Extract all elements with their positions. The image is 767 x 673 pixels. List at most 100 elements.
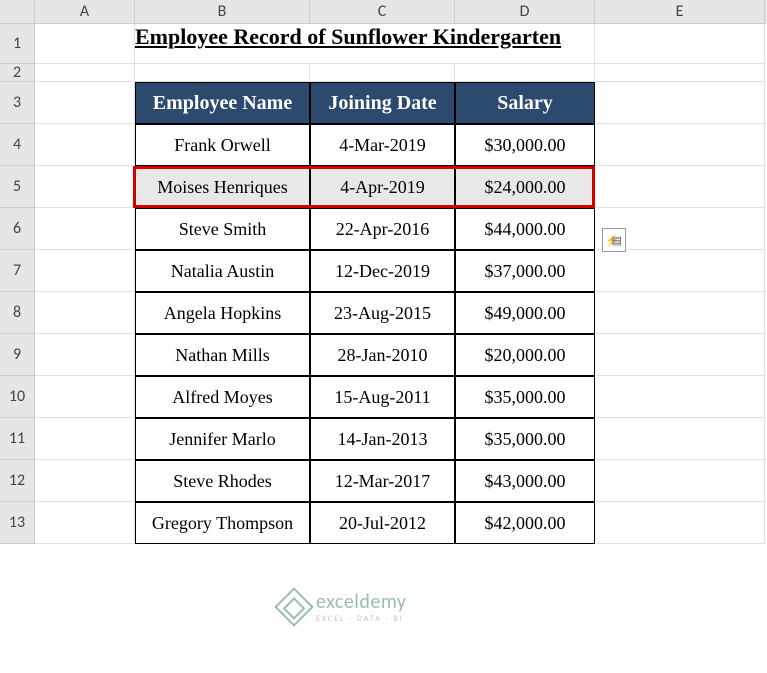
cell-a7[interactable] <box>35 250 135 292</box>
title-cell[interactable]: Employee Record of Sunflower Kindergarte… <box>135 24 595 64</box>
cell-a5[interactable] <box>35 166 135 208</box>
cell-e11[interactable] <box>595 418 765 460</box>
cell-name-3[interactable]: Natalia Austin <box>135 250 310 292</box>
col-header-b[interactable]: B <box>135 0 310 24</box>
row-1: 1 Employee Record of Sunflower Kindergar… <box>0 24 767 64</box>
row-header-4[interactable]: 4 <box>0 124 35 166</box>
cell-salary-1[interactable]: $24,000.00 <box>455 166 595 208</box>
cell-date-9[interactable]: 20-Jul-2012 <box>310 502 455 544</box>
cell-date-7[interactable]: 14-Jan-2013 <box>310 418 455 460</box>
row-header-3[interactable]: 3 <box>0 82 35 124</box>
row-3: 3 Employee Name Joining Date Salary <box>0 82 767 124</box>
cell-a11[interactable] <box>35 418 135 460</box>
cell-a4[interactable] <box>35 124 135 166</box>
cell-a6[interactable] <box>35 208 135 250</box>
header-salary[interactable]: Salary <box>455 82 595 124</box>
cell-a2[interactable] <box>35 64 135 82</box>
row-header-2[interactable]: 2 <box>0 64 35 82</box>
cell-a3[interactable] <box>35 82 135 124</box>
cell-name-1[interactable]: Moises Henriques <box>135 166 310 208</box>
cell-name-6[interactable]: Alfred Moyes <box>135 376 310 418</box>
row-13: 13 Gregory Thompson 20-Jul-2012 $42,000.… <box>0 502 767 544</box>
cell-name-4[interactable]: Angela Hopkins <box>135 292 310 334</box>
col-header-c[interactable]: C <box>310 0 455 24</box>
row-header-6[interactable]: 6 <box>0 208 35 250</box>
cell-name-2[interactable]: Steve Smith <box>135 208 310 250</box>
row-header-8[interactable]: 8 <box>0 292 35 334</box>
row-header-5[interactable]: 5 <box>0 166 35 208</box>
row-header-10[interactable]: 10 <box>0 376 35 418</box>
row-header-9[interactable]: 9 <box>0 334 35 376</box>
row-6: 6 Steve Smith 22-Apr-2016 $44,000.00 <box>0 208 767 250</box>
watermark-main: exceldemy <box>316 590 406 614</box>
cell-e8[interactable] <box>595 292 765 334</box>
cell-name-8[interactable]: Steve Rhodes <box>135 460 310 502</box>
row-header-11[interactable]: 11 <box>0 418 35 460</box>
cell-b2[interactable] <box>135 64 310 82</box>
cell-date-4[interactable]: 23-Aug-2015 <box>310 292 455 334</box>
cell-salary-6[interactable]: $35,000.00 <box>455 376 595 418</box>
cell-salary-8[interactable]: $43,000.00 <box>455 460 595 502</box>
cell-a1[interactable] <box>35 24 135 64</box>
cell-salary-5[interactable]: $20,000.00 <box>455 334 595 376</box>
row-11: 11 Jennifer Marlo 14-Jan-2013 $35,000.00 <box>0 418 767 460</box>
header-name[interactable]: Employee Name <box>135 82 310 124</box>
cell-a9[interactable] <box>35 334 135 376</box>
cell-date-2[interactable]: 22-Apr-2016 <box>310 208 455 250</box>
row-10: 10 Alfred Moyes 15-Aug-2011 $35,000.00 <box>0 376 767 418</box>
col-header-e[interactable]: E <box>595 0 765 24</box>
cell-e1[interactable] <box>595 24 765 64</box>
cell-e7[interactable] <box>595 250 765 292</box>
cell-salary-9[interactable]: $42,000.00 <box>455 502 595 544</box>
select-all-corner[interactable] <box>0 0 35 24</box>
cell-e2[interactable] <box>595 64 765 82</box>
row-12: 12 Steve Rhodes 12-Mar-2017 $43,000.00 <box>0 460 767 502</box>
row-9: 9 Nathan Mills 28-Jan-2010 $20,000.00 <box>0 334 767 376</box>
cell-date-0[interactable]: 4-Mar-2019 <box>310 124 455 166</box>
insert-options-icon[interactable] <box>602 228 626 252</box>
watermark-sub: EXCEL · DATA · BI <box>316 614 406 624</box>
cell-name-7[interactable]: Jennifer Marlo <box>135 418 310 460</box>
cell-e13[interactable] <box>595 502 765 544</box>
col-header-a[interactable]: A <box>35 0 135 24</box>
cell-a8[interactable] <box>35 292 135 334</box>
cell-name-5[interactable]: Nathan Mills <box>135 334 310 376</box>
cell-salary-7[interactable]: $35,000.00 <box>455 418 595 460</box>
row-5: 5 Moises Henriques 4-Apr-2019 $24,000.00 <box>0 166 767 208</box>
col-header-d[interactable]: D <box>455 0 595 24</box>
cell-date-1[interactable]: 4-Apr-2019 <box>310 166 455 208</box>
cell-e5[interactable] <box>595 166 765 208</box>
cell-e4[interactable] <box>595 124 765 166</box>
row-header-1[interactable]: 1 <box>0 24 35 64</box>
header-date[interactable]: Joining Date <box>310 82 455 124</box>
cell-name-0[interactable]: Frank Orwell <box>135 124 310 166</box>
row-header-13[interactable]: 13 <box>0 502 35 544</box>
row-4: 4 Frank Orwell 4-Mar-2019 $30,000.00 <box>0 124 767 166</box>
cell-e9[interactable] <box>595 334 765 376</box>
cell-name-9[interactable]: Gregory Thompson <box>135 502 310 544</box>
cell-date-3[interactable]: 12-Dec-2019 <box>310 250 455 292</box>
exceldemy-logo-icon <box>274 587 314 627</box>
cell-date-8[interactable]: 12-Mar-2017 <box>310 460 455 502</box>
cell-a12[interactable] <box>35 460 135 502</box>
row-8: 8 Angela Hopkins 23-Aug-2015 $49,000.00 <box>0 292 767 334</box>
row-header-12[interactable]: 12 <box>0 460 35 502</box>
cell-e3[interactable] <box>595 82 765 124</box>
cell-a13[interactable] <box>35 502 135 544</box>
cell-c2[interactable] <box>310 64 455 82</box>
cell-e12[interactable] <box>595 460 765 502</box>
column-headers: A B C D E <box>0 0 767 24</box>
cell-e10[interactable] <box>595 376 765 418</box>
cell-salary-4[interactable]: $49,000.00 <box>455 292 595 334</box>
watermark-text: exceldemy EXCEL · DATA · BI <box>316 590 406 624</box>
row-header-7[interactable]: 7 <box>0 250 35 292</box>
cell-a10[interactable] <box>35 376 135 418</box>
cell-d2[interactable] <box>455 64 595 82</box>
cell-salary-0[interactable]: $30,000.00 <box>455 124 595 166</box>
cell-salary-2[interactable]: $44,000.00 <box>455 208 595 250</box>
cell-date-5[interactable]: 28-Jan-2010 <box>310 334 455 376</box>
row-7: 7 Natalia Austin 12-Dec-2019 $37,000.00 <box>0 250 767 292</box>
cell-salary-3[interactable]: $37,000.00 <box>455 250 595 292</box>
cell-date-6[interactable]: 15-Aug-2011 <box>310 376 455 418</box>
watermark: exceldemy EXCEL · DATA · BI <box>280 590 406 624</box>
